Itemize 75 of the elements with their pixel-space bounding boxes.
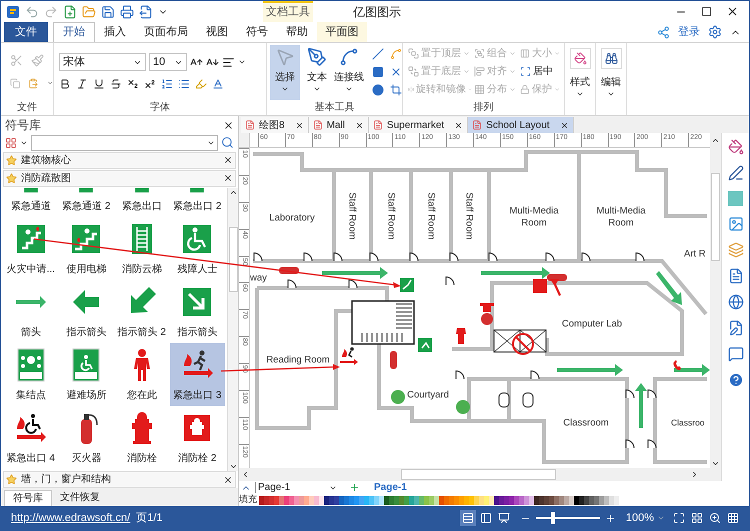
fill-label: 填充	[239, 493, 258, 506]
menu-tab[interactable]: 页面布局	[135, 22, 197, 42]
library-header[interactable]: 墙，门，窗户和结构	[3, 471, 236, 488]
menu-tab[interactable]: 符号	[237, 22, 277, 42]
room-label: Staff Room	[346, 192, 358, 240]
font-size-dropdown[interactable]: 10	[149, 53, 187, 71]
menu-tab[interactable]: 平面图	[317, 22, 367, 42]
panel-tab[interactable]: 文件恢复	[52, 490, 108, 506]
room-label: Reading Room	[266, 354, 330, 366]
symbol-item[interactable]: 残障人士	[170, 216, 225, 280]
symbol-item[interactable]: 消防栓 2	[170, 406, 225, 469]
symbol-item[interactable]: 紧急出口 3	[170, 342, 225, 406]
symbol-item[interactable]: 您在此	[114, 342, 170, 406]
symbol-item[interactable]: 紧急通道	[3, 188, 58, 217]
symbol-item[interactable]: 指示箭头	[170, 280, 225, 343]
symbol-item[interactable]: 箭头	[3, 280, 58, 343]
symbol-item[interactable]: 集结点	[3, 342, 58, 406]
menu-tab[interactable]: 视图	[197, 22, 237, 42]
document-tab[interactable]: Mall	[308, 117, 369, 133]
symbol-item[interactable]: 灭火器	[58, 406, 114, 469]
room-label: way	[250, 272, 267, 284]
room-label: Multi-Media	[596, 206, 646, 217]
group-label: 基本工具	[314, 100, 356, 115]
room-label: Art R	[684, 248, 706, 260]
group-label: 字体	[149, 100, 171, 115]
menu-tab[interactable]: 开始	[53, 22, 95, 42]
website-link[interactable]: http://www.edrawsoft.cn/	[11, 510, 130, 526]
document-tab[interactable]: 绘图8	[241, 117, 309, 133]
ribbon-button[interactable]: 编辑	[601, 75, 621, 90]
symbol-item[interactable]: 指示箭头	[58, 280, 114, 343]
library-header[interactable]: 建筑物核心	[3, 152, 236, 169]
tool-button[interactable]: 文本	[302, 45, 332, 100]
room-label: Room	[608, 218, 634, 229]
page-count: 页1/1	[136, 510, 163, 526]
symbol-item[interactable]: 紧急通道 2	[58, 188, 114, 217]
window-title: 亿图图示	[353, 4, 401, 20]
room-label: Laboratory	[269, 212, 315, 224]
tool-button[interactable]: 连接线	[334, 45, 364, 100]
room-label: Computer Lab	[562, 318, 622, 330]
login-link[interactable]: 登录	[678, 24, 700, 40]
room-label: Classroom	[563, 418, 609, 429]
symbol-item[interactable]: 紧急出口 4	[3, 406, 58, 469]
symbol-item[interactable]: 消防云梯	[114, 216, 170, 280]
ribbon-button[interactable]: 样式	[570, 75, 590, 90]
symbol-item[interactable]: 火灾中请...	[3, 216, 58, 280]
symbol-item[interactable]: 紧急出口 2	[170, 188, 225, 217]
document-tab[interactable]: Supermarket	[368, 117, 468, 133]
page-dropdown[interactable]: Page-1	[255, 482, 337, 493]
symbol-item[interactable]: 紧急出口	[114, 188, 170, 217]
arrange-command[interactable]: 居中	[520, 64, 560, 78]
panel-title: 符号库	[5, 117, 41, 134]
room-label: Staff Room	[385, 192, 396, 240]
tool-button[interactable]: 选择	[270, 45, 300, 100]
group-label: 排列	[472, 100, 494, 115]
document-tab[interactable]: School Layout	[468, 117, 574, 133]
room-label: Multi-Media	[509, 206, 559, 217]
room-label: Staff Room	[463, 192, 474, 240]
menu-tab[interactable]: 插入	[95, 22, 135, 42]
group-label: 文件	[16, 100, 38, 115]
symbol-item[interactable]: 指示箭头 2	[114, 280, 170, 343]
room-label: Courtyard	[407, 390, 449, 401]
symbol-item[interactable]: 使用电梯	[58, 216, 114, 280]
room-label: Room	[521, 218, 547, 229]
font-name-dropdown[interactable]: 宋体	[59, 53, 146, 71]
room-label: Staff Room	[425, 192, 436, 240]
panel-tab[interactable]: 符号库	[4, 490, 52, 506]
zoom-percentage: 100%	[626, 510, 654, 526]
symbol-item[interactable]: 避难场所	[58, 342, 114, 406]
library-header[interactable]: 消防疏散图	[3, 170, 236, 187]
page-tab[interactable]: Page-1	[374, 480, 407, 495]
symbol-item[interactable]: 消防栓	[114, 406, 170, 469]
menu-tab[interactable]: 文件	[4, 22, 48, 42]
context-tab-group-header: 文档工具	[263, 1, 313, 22]
room-label: Classroo	[671, 417, 705, 428]
menu-tab[interactable]: 帮助	[277, 22, 317, 42]
